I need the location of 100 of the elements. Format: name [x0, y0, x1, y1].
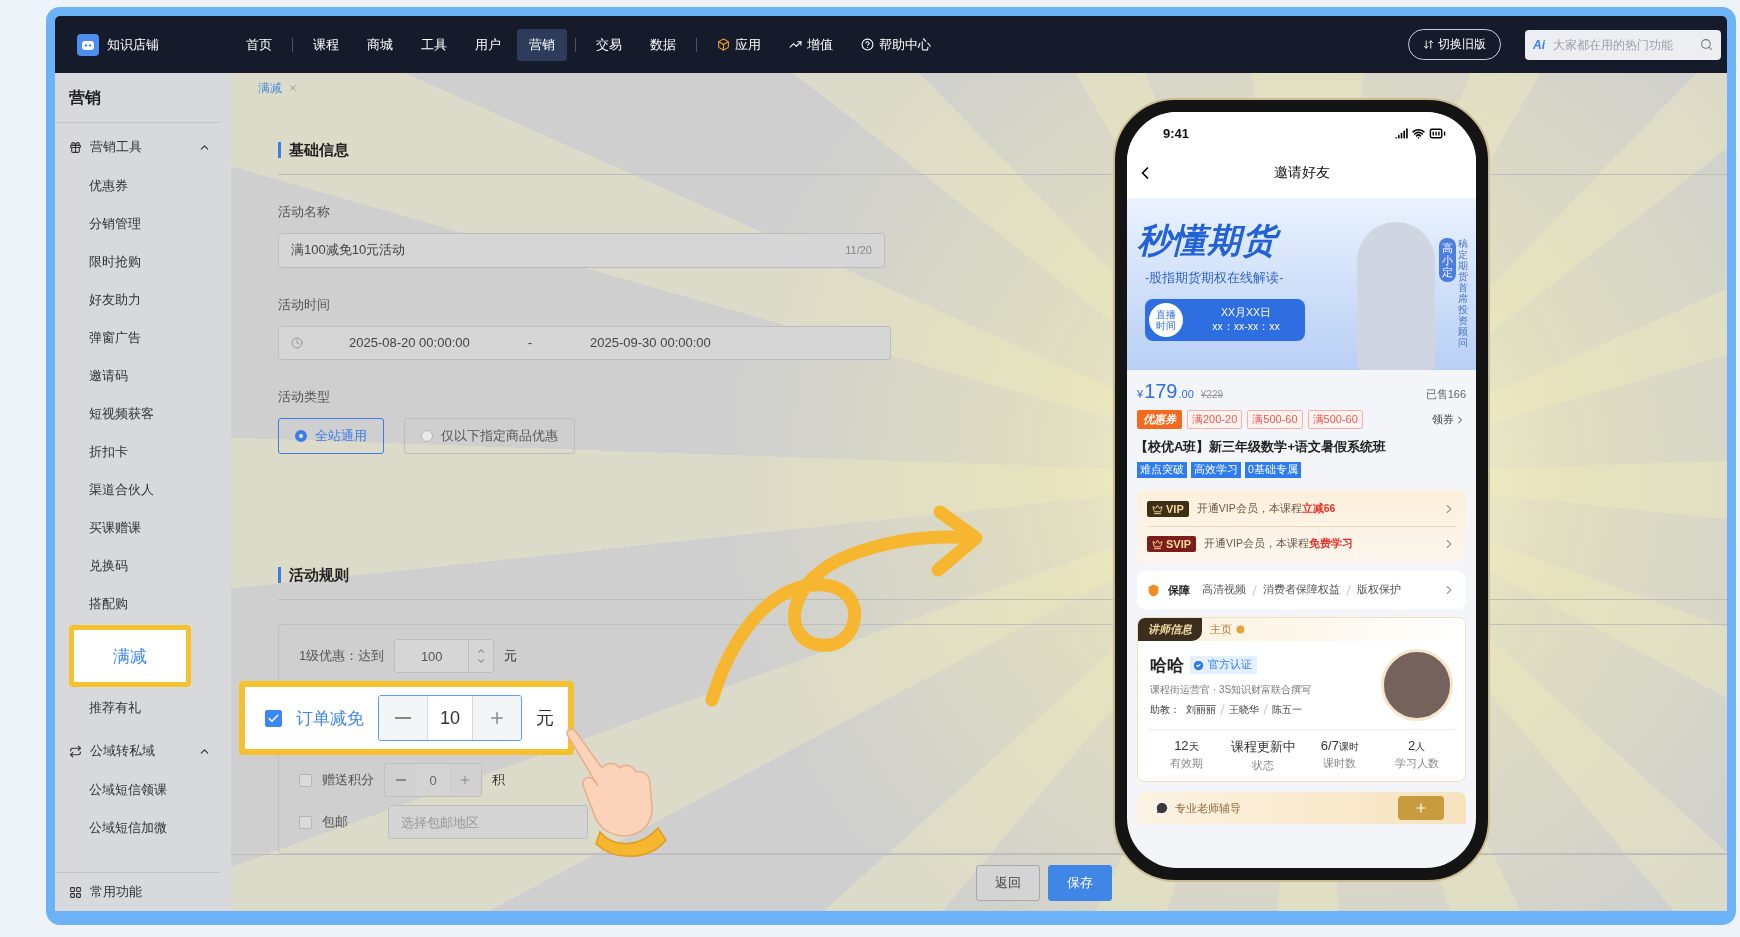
nav-item[interactable]: 商城 — [355, 28, 405, 61]
teacher-bio: 课程街运营官 · 3S知识财富联合撰写 — [1150, 682, 1313, 697]
sidebar-item[interactable]: 公域短信领课 — [55, 771, 231, 809]
checkbox[interactable] — [299, 815, 312, 829]
sidebar-item[interactable]: 公域短信加微 — [55, 809, 231, 847]
nav-item[interactable]: 课程 — [301, 28, 351, 61]
rule-label: 1级优惠：达到 — [299, 647, 385, 665]
save-button[interactable]: 保存 — [1048, 865, 1112, 901]
checkbox[interactable] — [265, 709, 282, 727]
guarantee-item: 消费者保障权益 — [1263, 583, 1340, 597]
nav-item[interactable]: 首页 — [234, 28, 284, 61]
sidebar-group[interactable]: 公域转私域 — [55, 731, 231, 771]
verified-badge: 官方认证 — [1190, 656, 1257, 674]
assistant-name: 王晓华 — [1229, 702, 1259, 717]
teacher-tab[interactable]: 讲师信息 — [1138, 618, 1202, 641]
sidebar-item[interactable]: 好友助力 — [55, 281, 231, 319]
sidebar-item[interactable]: 邀请码 — [55, 357, 231, 395]
host-name: 高小定 — [1439, 238, 1456, 283]
live-date: XX月XX日 — [1221, 306, 1271, 320]
clock-icon — [291, 336, 303, 349]
nav-item[interactable]: 营销 — [517, 28, 567, 61]
chart-icon — [789, 38, 802, 51]
sidebar-item[interactable]: 搭配购 — [55, 585, 231, 623]
sidebar-item[interactable]: 满减 — [69, 625, 191, 687]
plus-button[interactable] — [473, 696, 521, 740]
end-date: 2025-09-30 00:00:00 — [590, 335, 711, 351]
field-label: 活动名称 — [278, 203, 330, 221]
stat-label: 状态 — [1252, 759, 1275, 773]
number-field[interactable]: 100 — [394, 639, 495, 673]
consult-label: 专业老师辅导 — [1175, 800, 1241, 816]
wifi-icon — [1412, 126, 1425, 140]
search-icon — [1700, 38, 1713, 51]
field-label: 活动类型 — [278, 388, 330, 406]
logo-icon — [77, 33, 99, 56]
checkbox[interactable] — [299, 773, 312, 787]
course-title: 【校优A班】新三年级数学+语文暑假系统班 — [1134, 438, 1387, 456]
stat-value: 6/7课时 — [1320, 738, 1359, 754]
member-offer: 开通VIP会员，本课程立减66 — [1196, 502, 1336, 516]
rule-label: 订单减免 — [296, 707, 364, 730]
sidebar-item[interactable]: 兑换码 — [55, 547, 231, 585]
guarantee-item: 高清视频 — [1202, 583, 1246, 597]
crown-icon — [1152, 503, 1163, 515]
claim-coupon-link[interactable]: 领券 — [1432, 412, 1466, 427]
swap-icon — [1423, 39, 1434, 50]
name-input[interactable]: 满100减免10元活动 — [291, 242, 846, 258]
sidebar-item[interactable]: 限时抢购 — [55, 243, 231, 281]
sidebar-item[interactable]: 弹窗广告 — [55, 319, 231, 357]
plus-icon — [488, 709, 506, 727]
coupon-label: 优惠券 — [1137, 410, 1182, 429]
nav-item[interactable]: 数据 — [638, 28, 688, 61]
sidebar-item[interactable]: 分销管理 — [55, 205, 231, 243]
stepper-field[interactable]: 0 — [384, 763, 482, 797]
sidebar-item[interactable]: 买课赠课 — [55, 509, 231, 547]
unit-label: 积 — [492, 771, 505, 789]
rule-label: 赠送积分 — [322, 771, 374, 789]
name-field[interactable]: 满100减免10元活动 11/20 — [278, 233, 885, 268]
screen-title: 邀请好友 — [1272, 164, 1331, 182]
chat-icon — [1155, 801, 1169, 815]
home-link[interactable]: 主页 — [1202, 618, 1254, 641]
minus-button[interactable] — [385, 764, 417, 796]
start-date: 2025-08-20 00:00:00 — [349, 335, 470, 351]
member-badge: VIP — [1147, 501, 1189, 517]
stepper-field[interactable]: 10 — [378, 695, 522, 741]
radio-option[interactable]: 仅以下指定商品优惠 — [404, 418, 575, 454]
nav-item[interactable]: 交易 — [584, 28, 634, 61]
minus-button[interactable] — [379, 696, 427, 740]
nav-item[interactable]: 应用 — [705, 28, 773, 61]
currency-sign: ¥ — [1137, 388, 1144, 400]
live-time: xx：xx-xx：xx — [1212, 320, 1280, 334]
assistant-name: 陈五一 — [1272, 702, 1302, 717]
signal-icon — [1395, 126, 1408, 140]
check-circle-icon — [1192, 658, 1205, 672]
gift-icon — [69, 140, 82, 154]
field-label: 活动时间 — [278, 295, 330, 314]
sidebar-item[interactable]: 折扣卡 — [55, 433, 231, 471]
course-tag: 高效学习 — [1191, 462, 1241, 478]
date-range-field[interactable]: 2025-08-20 00:00:00 - 2025-09-30 00:00:00 — [278, 325, 891, 360]
nav-item[interactable]: 帮助中心 — [849, 28, 943, 61]
search-input[interactable]: 大家都在用的热门功能 — [1551, 36, 1694, 53]
shield-icon — [1147, 583, 1160, 597]
stat-label: 有效期 — [1169, 757, 1203, 771]
common-functions-label[interactable]: 常用功能 — [90, 883, 142, 901]
nav-item[interactable]: 用户 — [463, 28, 513, 61]
sidebar-item[interactable]: 推荐有礼 — [55, 689, 231, 727]
sidebar-item[interactable]: 短视频获客 — [55, 395, 231, 433]
up-icon[interactable] — [476, 646, 487, 656]
stat-label: 课时数 — [1323, 757, 1357, 771]
grid-icon — [69, 885, 82, 899]
down-icon[interactable] — [476, 656, 487, 666]
nav-item[interactable]: 工具 — [409, 28, 459, 61]
crown-icon — [1152, 538, 1163, 550]
nav-item[interactable]: 增值 — [777, 28, 845, 61]
close-icon[interactable] — [288, 83, 298, 93]
add-button[interactable] — [1398, 796, 1444, 820]
sidebar-item[interactable]: 渠道合伙人 — [55, 471, 231, 509]
plus-button[interactable] — [449, 764, 481, 796]
sidebar-item[interactable]: 优惠券 — [55, 167, 231, 205]
sidebar-group[interactable]: 营销工具 — [55, 127, 231, 167]
back-button[interactable]: 返回 — [976, 865, 1040, 901]
price: 179 — [1144, 380, 1178, 403]
